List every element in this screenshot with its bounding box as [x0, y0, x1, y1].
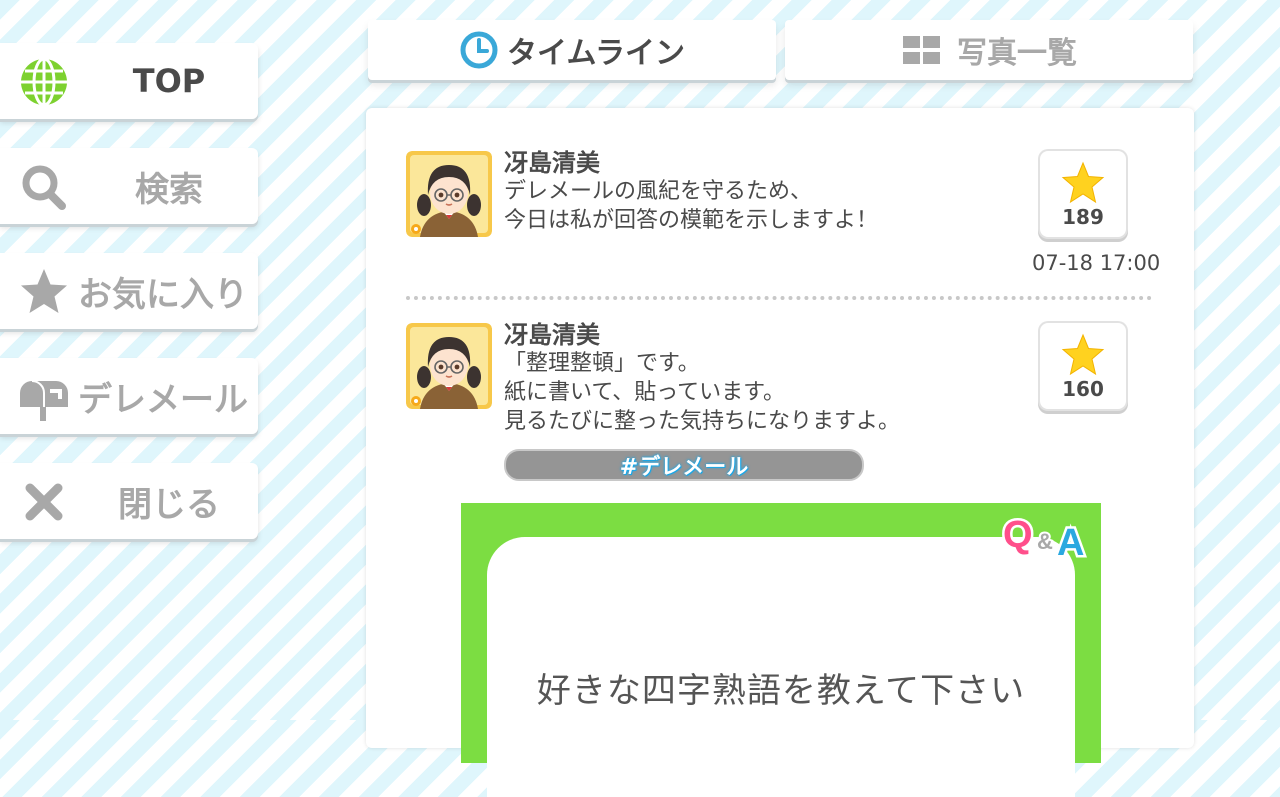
sidebar-item-search[interactable]: 検索 [0, 148, 258, 224]
star-icon [1061, 333, 1105, 376]
tab-timeline[interactable]: タイムライン [368, 20, 776, 80]
qa-card[interactable]: 好きな四字熟語を教えて下さい Q & A [461, 503, 1101, 797]
avatar[interactable] [406, 323, 492, 409]
like-count: 189 [1062, 205, 1104, 229]
globe-icon [21, 57, 67, 107]
post-author: 冴島清美 [504, 321, 600, 349]
like-button[interactable]: 160 [1040, 323, 1126, 409]
svg-text:Q: Q [1003, 514, 1033, 556]
sidebar-item-top[interactable]: TOP [0, 43, 258, 119]
sidebar-item-label: TOP [132, 62, 206, 100]
svg-text:A: A [1057, 522, 1084, 564]
tab-label: タイムライン [507, 36, 685, 71]
sidebar-item-deremail[interactable]: デレメール [0, 358, 258, 434]
qa-question: 好きな四字熟語を教えて下さい [536, 671, 1026, 711]
sidebar-item-label: デレメール [78, 379, 248, 420]
grid-icon [903, 36, 940, 64]
post-message: 「整理整頓」です。 紙に書いて、貼っています。 見るたびに整った気持ちになります… [504, 351, 901, 434]
sidebar-item-label: お気に入り [78, 274, 248, 315]
post-message: デレメールの風紀を守るため、 今日は私が回答の模範を示しますよ！ [504, 179, 879, 233]
qa-card-body: 好きな四字熟語を教えて下さい [487, 537, 1075, 797]
avatar[interactable] [406, 151, 492, 237]
sidebar-item-label: 検索 [135, 169, 203, 210]
post-author: 冴島清美 [504, 149, 600, 177]
clock-icon [460, 31, 498, 69]
svg-text:&: & [1037, 529, 1053, 554]
timeline-panel: 冴島清美 デレメールの風紀を守るため、 今日は私が回答の模範を示しますよ！ 18… [366, 108, 1194, 797]
close-icon [25, 483, 63, 521]
sidebar-item-label: 閉じる [118, 484, 220, 525]
tab-photos[interactable]: 写真一覧 [785, 20, 1193, 80]
search-icon [22, 165, 66, 210]
avatar-image [406, 323, 492, 409]
avatar-image [406, 151, 492, 237]
like-button[interactable]: 189 [1040, 151, 1126, 237]
sidebar-item-favorites[interactable]: お気に入り [0, 253, 258, 329]
post-timestamp: 07-18 17:00 [1032, 251, 1161, 275]
star-icon [1061, 161, 1105, 204]
star-icon [21, 269, 67, 313]
like-count: 160 [1062, 377, 1104, 401]
sidebar-item-close[interactable]: 閉じる [0, 463, 258, 539]
tab-label: 写真一覧 [957, 36, 1077, 71]
mailbox-icon [20, 380, 68, 421]
post-divider [406, 296, 1152, 300]
qa-badge: Q & A [1001, 512, 1087, 566]
hashtag-button[interactable]: #デレメール [504, 449, 864, 481]
